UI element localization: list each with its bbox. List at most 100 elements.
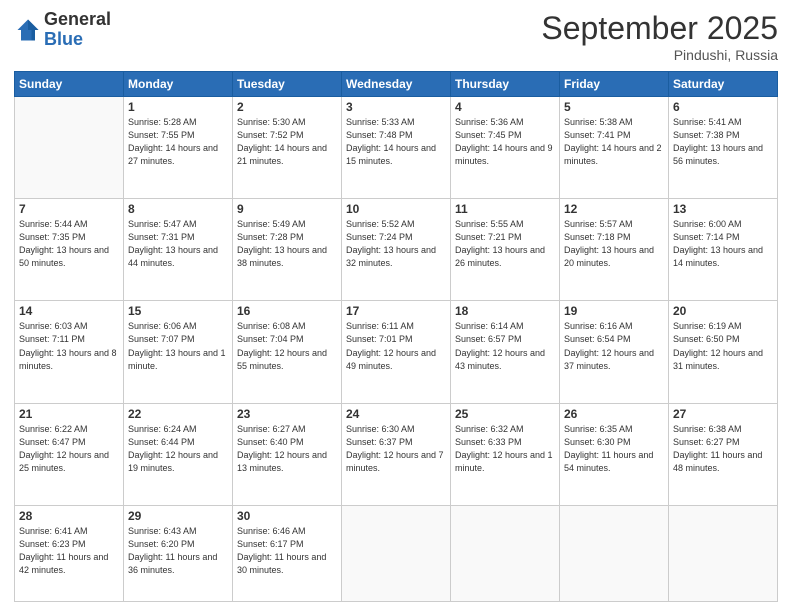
day-number: 20: [673, 304, 773, 318]
table-row: [15, 97, 124, 199]
title-block: September 2025 Pindushi, Russia: [541, 10, 778, 63]
day-info: Sunrise: 6:38 AM Sunset: 6:27 PM Dayligh…: [673, 423, 773, 475]
logo-text: General Blue: [44, 10, 111, 50]
day-number: 12: [564, 202, 664, 216]
day-info: Sunrise: 6:16 AM Sunset: 6:54 PM Dayligh…: [564, 320, 664, 372]
day-number: 6: [673, 100, 773, 114]
day-info: Sunrise: 5:52 AM Sunset: 7:24 PM Dayligh…: [346, 218, 446, 270]
month-title: September 2025: [541, 10, 778, 47]
day-number: 30: [237, 509, 337, 523]
page: General Blue September 2025 Pindushi, Ru…: [0, 0, 792, 612]
day-number: 19: [564, 304, 664, 318]
day-info: Sunrise: 6:06 AM Sunset: 7:07 PM Dayligh…: [128, 320, 228, 372]
table-row: 22 Sunrise: 6:24 AM Sunset: 6:44 PM Dayli…: [124, 403, 233, 505]
calendar-week-row: 1Sunrise: 5:28 AM Sunset: 7:55 PM Daylig…: [15, 97, 778, 199]
header-monday: Monday: [124, 72, 233, 97]
day-info: Sunrise: 5:30 AM Sunset: 7:52 PM Dayligh…: [237, 116, 337, 168]
weekday-header-row: Sunday Monday Tuesday Wednesday Thursday…: [15, 72, 778, 97]
day-number: 13: [673, 202, 773, 216]
day-info: Sunrise: 6:41 AM Sunset: 6:23 PM Dayligh…: [19, 525, 119, 577]
day-info: Sunrise: 6:35 AM Sunset: 6:30 PM Dayligh…: [564, 423, 664, 475]
table-row: 8 Sunrise: 5:47 AM Sunset: 7:31 PM Daylig…: [124, 199, 233, 301]
logo: General Blue: [14, 10, 111, 50]
table-row: 20 Sunrise: 6:19 AM Sunset: 6:50 PM Dayli…: [669, 301, 778, 403]
day-number: 26: [564, 407, 664, 421]
day-number: 29: [128, 509, 228, 523]
header-wednesday: Wednesday: [342, 72, 451, 97]
day-number: 11: [455, 202, 555, 216]
day-info: Sunrise: 5:41 AM Sunset: 7:38 PM Dayligh…: [673, 116, 773, 168]
day-number: 14: [19, 304, 119, 318]
table-row: 25Sunrise: 6:32 AM Sunset: 6:33 PM Dayli…: [451, 403, 560, 505]
logo-blue: Blue: [44, 30, 111, 50]
day-info: Sunrise: 5:36 AM Sunset: 7:45 PM Dayligh…: [455, 116, 555, 168]
header-tuesday: Tuesday: [233, 72, 342, 97]
table-row: 2Sunrise: 5:30 AM Sunset: 7:52 PM Daylig…: [233, 97, 342, 199]
day-number: 7: [19, 202, 119, 216]
day-info: Sunrise: 5:47 AM Sunset: 7:31 PM Dayligh…: [128, 218, 228, 270]
table-row: 16Sunrise: 6:08 AM Sunset: 7:04 PM Dayli…: [233, 301, 342, 403]
day-number: 3: [346, 100, 446, 114]
table-row: 4 Sunrise: 5:36 AM Sunset: 7:45 PM Daylig…: [451, 97, 560, 199]
day-number: 17: [346, 304, 446, 318]
table-row: 18 Sunrise: 6:14 AM Sunset: 6:57 PM Dayli…: [451, 301, 560, 403]
day-info: Sunrise: 6:22 AM Sunset: 6:47 PM Dayligh…: [19, 423, 119, 475]
table-row: 27 Sunrise: 6:38 AM Sunset: 6:27 PM Dayli…: [669, 403, 778, 505]
day-info: Sunrise: 6:43 AM Sunset: 6:20 PM Dayligh…: [128, 525, 228, 577]
table-row: 9 Sunrise: 5:49 AM Sunset: 7:28 PM Daylig…: [233, 199, 342, 301]
table-row: 1Sunrise: 5:28 AM Sunset: 7:55 PM Daylig…: [124, 97, 233, 199]
day-info: Sunrise: 5:49 AM Sunset: 7:28 PM Dayligh…: [237, 218, 337, 270]
table-row: 24Sunrise: 6:30 AM Sunset: 6:37 PM Dayli…: [342, 403, 451, 505]
table-row: 7 Sunrise: 5:44 AM Sunset: 7:35 PM Daylig…: [15, 199, 124, 301]
header-thursday: Thursday: [451, 72, 560, 97]
table-row: 3 Sunrise: 5:33 AM Sunset: 7:48 PM Daylig…: [342, 97, 451, 199]
table-row: 21 Sunrise: 6:22 AM Sunset: 6:47 PM Dayli…: [15, 403, 124, 505]
calendar-table: Sunday Monday Tuesday Wednesday Thursday…: [14, 71, 778, 602]
day-number: 21: [19, 407, 119, 421]
day-number: 27: [673, 407, 773, 421]
table-row: [669, 505, 778, 601]
day-info: Sunrise: 6:24 AM Sunset: 6:44 PM Dayligh…: [128, 423, 228, 475]
day-number: 28: [19, 509, 119, 523]
table-row: 11Sunrise: 5:55 AM Sunset: 7:21 PM Dayli…: [451, 199, 560, 301]
day-info: Sunrise: 6:27 AM Sunset: 6:40 PM Dayligh…: [237, 423, 337, 475]
table-row: 26 Sunrise: 6:35 AM Sunset: 6:30 PM Dayli…: [560, 403, 669, 505]
table-row: 28 Sunrise: 6:41 AM Sunset: 6:23 PM Dayli…: [15, 505, 124, 601]
calendar-week-row: 28 Sunrise: 6:41 AM Sunset: 6:23 PM Dayli…: [15, 505, 778, 601]
day-info: Sunrise: 5:44 AM Sunset: 7:35 PM Dayligh…: [19, 218, 119, 270]
table-row: 30 Sunrise: 6:46 AM Sunset: 6:17 PM Dayli…: [233, 505, 342, 601]
day-info: Sunrise: 6:19 AM Sunset: 6:50 PM Dayligh…: [673, 320, 773, 372]
table-row: 10 Sunrise: 5:52 AM Sunset: 7:24 PM Dayli…: [342, 199, 451, 301]
day-info: Sunrise: 6:08 AM Sunset: 7:04 PM Dayligh…: [237, 320, 337, 372]
day-number: 5: [564, 100, 664, 114]
day-number: 25: [455, 407, 555, 421]
day-info: Sunrise: 5:57 AM Sunset: 7:18 PM Dayligh…: [564, 218, 664, 270]
table-row: 15Sunrise: 6:06 AM Sunset: 7:07 PM Dayli…: [124, 301, 233, 403]
table-row: 23 Sunrise: 6:27 AM Sunset: 6:40 PM Dayli…: [233, 403, 342, 505]
header: General Blue September 2025 Pindushi, Ru…: [14, 10, 778, 63]
day-number: 10: [346, 202, 446, 216]
header-saturday: Saturday: [669, 72, 778, 97]
table-row: 12 Sunrise: 5:57 AM Sunset: 7:18 PM Dayli…: [560, 199, 669, 301]
day-number: 9: [237, 202, 337, 216]
day-info: Sunrise: 6:03 AM Sunset: 7:11 PM Dayligh…: [19, 320, 119, 372]
day-number: 4: [455, 100, 555, 114]
table-row: 29 Sunrise: 6:43 AM Sunset: 6:20 PM Dayli…: [124, 505, 233, 601]
table-row: 17Sunrise: 6:11 AM Sunset: 7:01 PM Dayli…: [342, 301, 451, 403]
table-row: 14 Sunrise: 6:03 AM Sunset: 7:11 PM Dayli…: [15, 301, 124, 403]
day-number: 24: [346, 407, 446, 421]
day-info: Sunrise: 5:33 AM Sunset: 7:48 PM Dayligh…: [346, 116, 446, 168]
day-info: Sunrise: 6:46 AM Sunset: 6:17 PM Dayligh…: [237, 525, 337, 577]
table-row: 5Sunrise: 5:38 AM Sunset: 7:41 PM Daylig…: [560, 97, 669, 199]
table-row: [342, 505, 451, 601]
day-info: Sunrise: 6:14 AM Sunset: 6:57 PM Dayligh…: [455, 320, 555, 372]
table-row: 6 Sunrise: 5:41 AM Sunset: 7:38 PM Daylig…: [669, 97, 778, 199]
logo-icon: [14, 16, 42, 44]
table-row: [451, 505, 560, 601]
day-number: 18: [455, 304, 555, 318]
day-number: 8: [128, 202, 228, 216]
day-info: Sunrise: 5:28 AM Sunset: 7:55 PM Dayligh…: [128, 116, 228, 168]
logo-general: General: [44, 10, 111, 30]
day-number: 22: [128, 407, 228, 421]
day-number: 23: [237, 407, 337, 421]
